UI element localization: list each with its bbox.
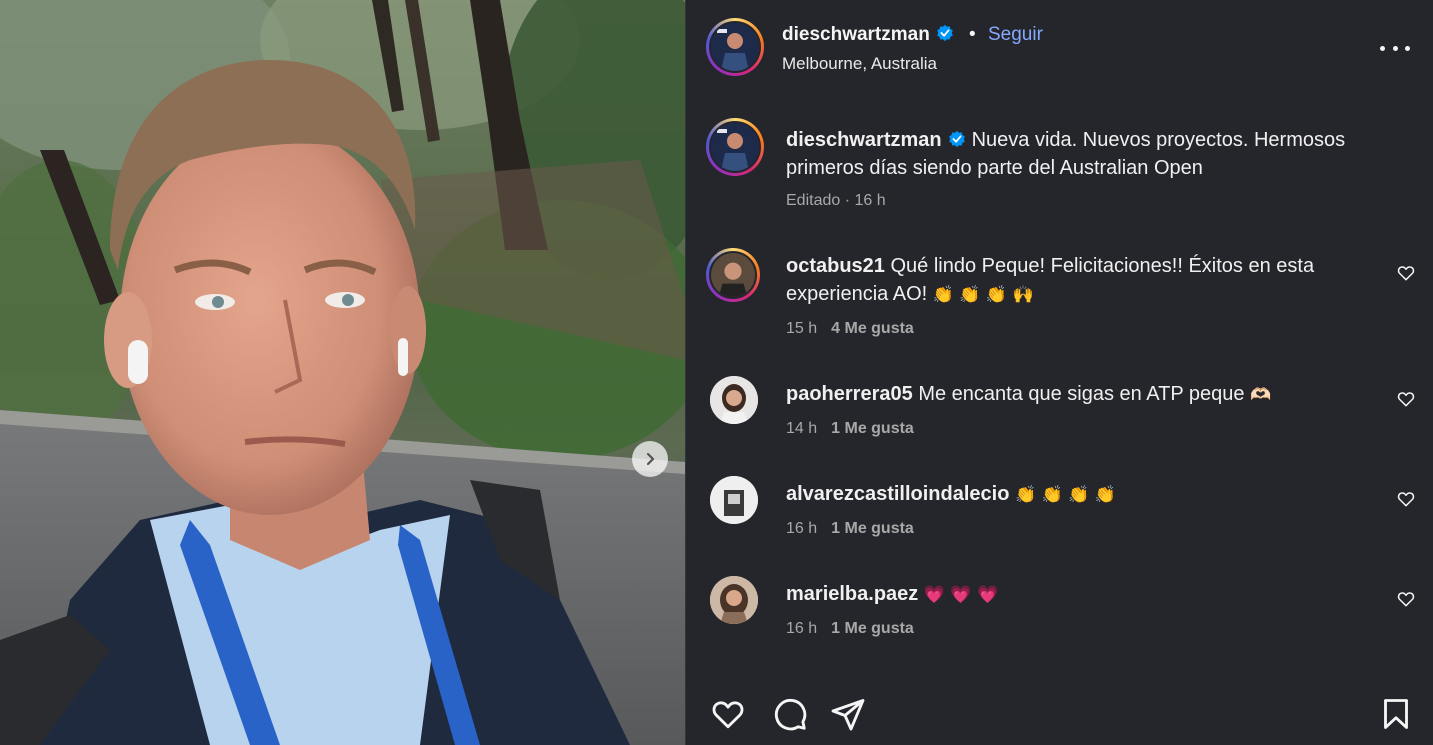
caption-username[interactable]: dieschwartzman (786, 129, 942, 151)
comment-emoji: 🫶🏻 (1250, 385, 1272, 405)
commenter-photo (710, 376, 758, 424)
comment-text: octabus21 Qué lindo Peque! Felicitacione… (786, 255, 1315, 305)
comment-likes[interactable]: 4 Me gusta (831, 320, 914, 337)
commenter-photo (710, 576, 758, 624)
comment-username[interactable]: octabus21 (786, 255, 885, 277)
author-username[interactable]: dieschwartzman (782, 24, 954, 46)
heart-icon[interactable] (1396, 589, 1416, 609)
comment-likes[interactable]: 1 Me gusta (831, 520, 914, 537)
commenter-avatar[interactable] (710, 476, 758, 524)
next-photo-button[interactable] (632, 441, 668, 477)
commenter-avatar[interactable] (710, 376, 758, 424)
comment-emoji: 👏 👏 👏 🙌 (932, 285, 1034, 305)
comment-username[interactable]: alvarezcastilloindalecio (786, 483, 1009, 505)
caption-avatar[interactable] (706, 118, 764, 176)
selfie-photo (0, 0, 685, 745)
comment-text: alvarezcastilloindalecio 👏 👏 👏 👏 (786, 480, 1366, 509)
post-actions-bar (686, 690, 1433, 745)
comment-likes[interactable]: 1 Me gusta (831, 420, 914, 437)
post-location[interactable]: Melbourne, Australia (782, 54, 937, 74)
comment-meta: 14 h1 Me gusta (786, 420, 914, 437)
heart-icon[interactable] (1396, 389, 1416, 409)
more-options-icon[interactable] (1380, 36, 1410, 60)
commenter-photo (710, 476, 758, 524)
caption-meta: Editado · 16 h (786, 192, 886, 209)
separator-dot: • (969, 24, 976, 45)
caption-text: dieschwartzman Nueva vida. Nuevos proyect… (786, 126, 1386, 182)
post-viewer: dieschwartzman • Seguir Melbourne, Austr… (0, 0, 1433, 745)
heart-icon[interactable] (1396, 263, 1416, 283)
author-avatar[interactable] (706, 18, 764, 76)
comment-text: marielba.paez 💗 💗 💗 (786, 580, 1366, 609)
share-icon[interactable] (830, 696, 866, 732)
post-photo[interactable] (0, 0, 685, 745)
heart-icon[interactable] (710, 696, 746, 732)
bookmark-icon[interactable] (1378, 696, 1414, 732)
comment-username[interactable]: paoherrera05 (786, 383, 913, 405)
comment-meta: 15 h4 Me gusta (786, 320, 914, 337)
comment-username[interactable]: marielba.paez (786, 583, 918, 605)
commenter-photo (711, 253, 755, 297)
comment-likes[interactable]: 1 Me gusta (831, 620, 914, 637)
post-header: dieschwartzman • Seguir Melbourne, Austr… (686, 0, 1433, 96)
follow-button[interactable]: Seguir (988, 24, 1043, 46)
comment-meta: 16 h1 Me gusta (786, 520, 914, 537)
comment-text: paoherrera05 Me encanta que sigas en ATP… (786, 383, 1272, 405)
author-photo (711, 23, 759, 71)
comment-emoji: 👏 👏 👏 👏 (1015, 485, 1116, 505)
chevron-right-icon (646, 452, 655, 466)
comment-icon[interactable] (772, 696, 808, 732)
comment-emoji: 💗 💗 💗 (923, 585, 999, 605)
comment-meta: 16 h1 Me gusta (786, 620, 914, 637)
heart-icon[interactable] (1396, 489, 1416, 509)
post-panel: dieschwartzman • Seguir Melbourne, Austr… (685, 0, 1433, 745)
author-photo (711, 123, 759, 171)
commenter-avatar[interactable] (710, 576, 758, 624)
verified-badge-icon (948, 130, 965, 148)
commenter-avatar[interactable] (706, 248, 760, 302)
verified-badge-icon (936, 24, 953, 42)
